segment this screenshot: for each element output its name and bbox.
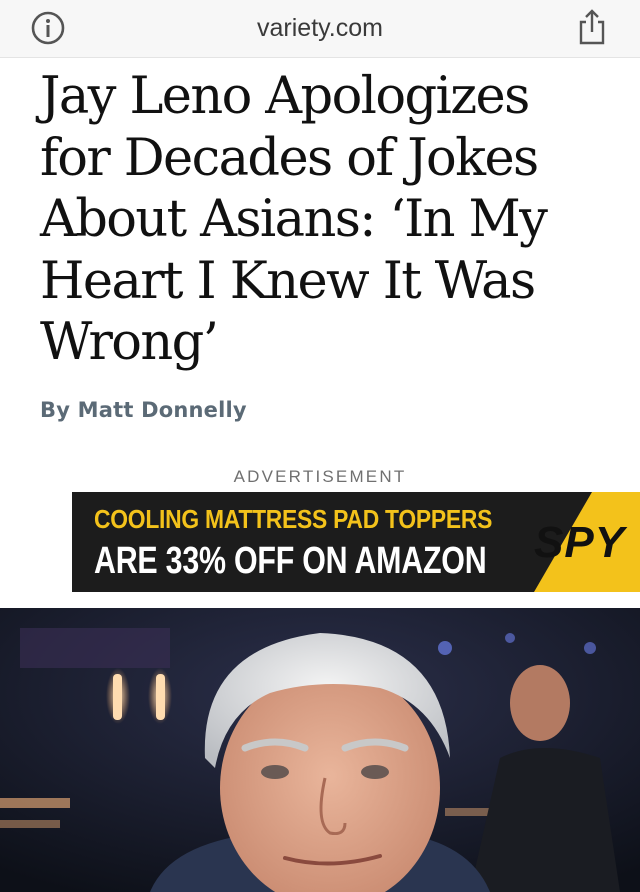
headline-line: Heart I Knew It Was	[40, 251, 536, 311]
article-hero-photo	[0, 608, 640, 892]
share-icon[interactable]	[576, 8, 608, 46]
article-headline: Jay Leno Apologizes for Decades of Jokes…	[40, 66, 630, 374]
headline-line: Wrong’	[40, 313, 219, 372]
portrait-photo	[0, 608, 640, 892]
browser-address-bar: variety.com	[0, 0, 640, 58]
advertisement-label: ADVERTISEMENT	[233, 467, 407, 486]
headline-line: About Asians: ‘In My	[40, 190, 548, 249]
headline-line: Jay Leno Apologizes	[40, 67, 530, 126]
url-text[interactable]: variety.com	[0, 14, 640, 43]
author-byline[interactable]: By Matt Donnelly	[40, 398, 247, 422]
ad-headline-line1: COOLING MATTRESS PAD TOPPERS	[94, 504, 493, 534]
ad-banner[interactable]: COOLING MATTRESS PAD TOPPERS ARE 33% OFF…	[72, 492, 640, 592]
spy-logo: SPY	[534, 518, 626, 567]
headline-line: for Decades of Jokes	[40, 128, 539, 188]
ad-headline-line2: ARE 33% OFF ON AMAZON	[94, 540, 487, 582]
